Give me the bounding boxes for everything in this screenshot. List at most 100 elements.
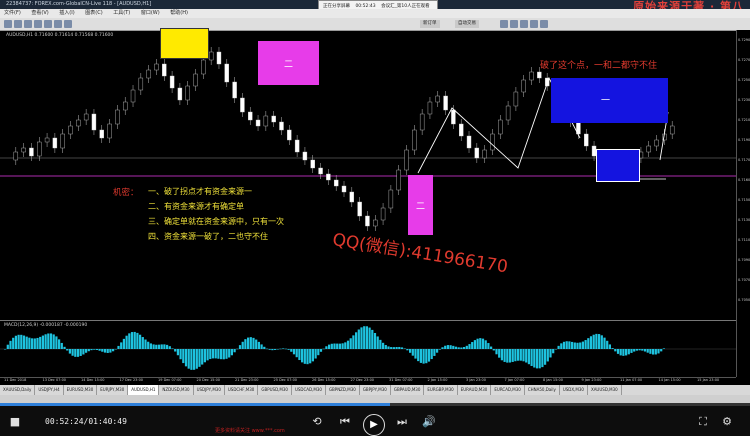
bar-chart-icon[interactable]	[500, 20, 508, 28]
tester-icon[interactable]	[64, 20, 72, 28]
menu-file[interactable]: 文件(F)	[4, 10, 21, 16]
candle-body	[537, 71, 542, 79]
macd-bar	[98, 349, 101, 351]
symbol-tab[interactable]: EURJPY,M30	[97, 385, 129, 395]
time-label: 25 Dec 07:00	[273, 378, 298, 382]
next-icon[interactable]: ⏭	[395, 415, 409, 429]
symbol-tab[interactable]: USDCHF,M30	[225, 385, 259, 395]
symbol-tab[interactable]: XAUUSD,M30	[588, 385, 622, 395]
macd-bar	[155, 344, 158, 349]
time-label: 31 Dec 07:00	[389, 378, 413, 382]
macd-bar	[473, 340, 476, 349]
candle-body	[646, 145, 651, 153]
menu-help[interactable]: 帮助(H)	[170, 10, 188, 16]
profiles-icon[interactable]	[14, 20, 22, 28]
time-label: 8 Jan 15:00	[543, 378, 563, 382]
macd-bar	[363, 326, 366, 349]
navigator-icon[interactable]	[44, 20, 52, 28]
symbol-tab[interactable]: EURAUD,M30	[458, 385, 492, 395]
data-window-icon[interactable]	[34, 20, 42, 28]
candle-body	[521, 79, 526, 93]
secret-title: 机密：	[113, 188, 139, 198]
play-button[interactable]: ▶	[363, 414, 385, 436]
macd-bar	[635, 349, 638, 351]
autotrade-button[interactable]: 自动交易	[455, 20, 479, 28]
fullscreen-icon[interactable]: ⛶	[696, 415, 710, 429]
macd-bar	[125, 335, 128, 349]
macd-bar	[211, 349, 215, 359]
symbol-tab[interactable]: GBPAUD,M30	[391, 385, 425, 395]
secret-line-1: 一、破了拐点才有资金来源一	[148, 187, 252, 196]
macd-bar	[525, 349, 528, 363]
macd-bar	[654, 349, 657, 355]
menu-tools[interactable]: 工具(T)	[113, 10, 130, 16]
symbol-tab[interactable]: GBPUSD,M30	[258, 385, 292, 395]
macd-bar	[257, 341, 260, 349]
status-bar	[0, 395, 750, 403]
macd-bar	[414, 349, 417, 359]
price-scale[interactable]: 0.72900 0.72700 0.72500 0.72300 0.72100 0.719…	[736, 30, 750, 377]
menu-chart[interactable]: 图表(C)	[85, 10, 102, 16]
symbol-tab[interactable]: CHNA50,Daily	[525, 385, 560, 395]
candle-body	[435, 95, 440, 103]
zoom-out-icon[interactable]	[540, 20, 548, 28]
candlestick-icon[interactable]	[510, 20, 518, 28]
macd-panel[interactable]: MACD(12,26,9) -0.000187 -0.000190	[0, 321, 736, 377]
macd-bar	[573, 342, 576, 349]
time-axis[interactable]: 11 Dec 2018 13 Dec 07:00 14 Dec 15:00 17 De…	[0, 377, 736, 385]
macd-bar	[576, 342, 579, 349]
price-label: 0.71900	[738, 138, 750, 142]
candle-body	[388, 189, 394, 209]
macd-bar	[419, 349, 422, 363]
macd-bar	[519, 349, 522, 361]
stop-icon[interactable]: ■	[8, 415, 22, 429]
macd-bar	[444, 345, 447, 349]
menu-insert[interactable]: 插入(I)	[59, 10, 74, 16]
symbol-tab[interactable]: USDJPY,M30	[194, 385, 225, 395]
macd-bar	[425, 349, 428, 364]
macd-bar	[549, 349, 552, 358]
market-watch-icon[interactable]	[24, 20, 32, 28]
symbol-tab[interactable]: USDX,M30	[560, 385, 588, 395]
macd-bar	[527, 349, 530, 365]
repeat-icon[interactable]: ⟲	[310, 415, 324, 429]
time-label: 2 Jan 15:00	[427, 378, 448, 382]
macd-bar	[657, 349, 660, 354]
new-order-button[interactable]: 新订单	[420, 20, 440, 28]
macd-bar	[112, 349, 115, 352]
line-chart-icon[interactable]	[520, 20, 528, 28]
symbol-tab[interactable]: USDCAD,M30	[292, 385, 326, 395]
zoom-in-icon[interactable]	[530, 20, 538, 28]
macd-bar	[47, 333, 50, 349]
new-chart-icon[interactable]	[4, 20, 12, 28]
macd-bar	[130, 332, 134, 349]
menu-view[interactable]: 查看(V)	[31, 10, 48, 16]
symbol-tab[interactable]: EURGBP,M30	[424, 385, 458, 395]
symbol-tab[interactable]: EURUSD,M30	[64, 385, 98, 395]
menu-window[interactable]: 窗口(W)	[141, 10, 160, 16]
volume-icon[interactable]: 🔊	[422, 415, 436, 429]
previous-icon[interactable]: ⏮	[338, 415, 352, 429]
macd-bar	[384, 345, 387, 349]
macd-bar	[93, 349, 96, 350]
symbol-tab[interactable]: EURCAD,M30	[491, 385, 525, 395]
symbol-tab[interactable]: AUDUSD,H1	[128, 385, 160, 395]
candle-body	[279, 121, 284, 131]
candle-body	[333, 179, 339, 187]
macd-bar	[136, 332, 139, 349]
macd-bar	[495, 349, 498, 355]
time-label: 14 Dec 15:00	[81, 378, 105, 382]
symbol-tab[interactable]: GBPJPY,M30	[360, 385, 391, 395]
symbol-tab[interactable]: NZDUSD,M30	[159, 385, 194, 395]
macd-bar	[9, 340, 12, 349]
macd-bar	[271, 349, 274, 351]
terminal-icon[interactable]	[54, 20, 62, 28]
settings-icon[interactable]: ⚙	[720, 415, 734, 429]
symbol-tab[interactable]: GBPNZD,M30	[326, 385, 360, 395]
macd-bar	[611, 348, 614, 349]
macd-bar	[503, 349, 506, 362]
macd-bar	[508, 349, 512, 363]
macd-bar	[546, 349, 549, 362]
symbol-tab[interactable]: USDJPY,H4	[35, 385, 64, 395]
symbol-tab[interactable]: XAUUSD,Daily	[0, 385, 36, 395]
